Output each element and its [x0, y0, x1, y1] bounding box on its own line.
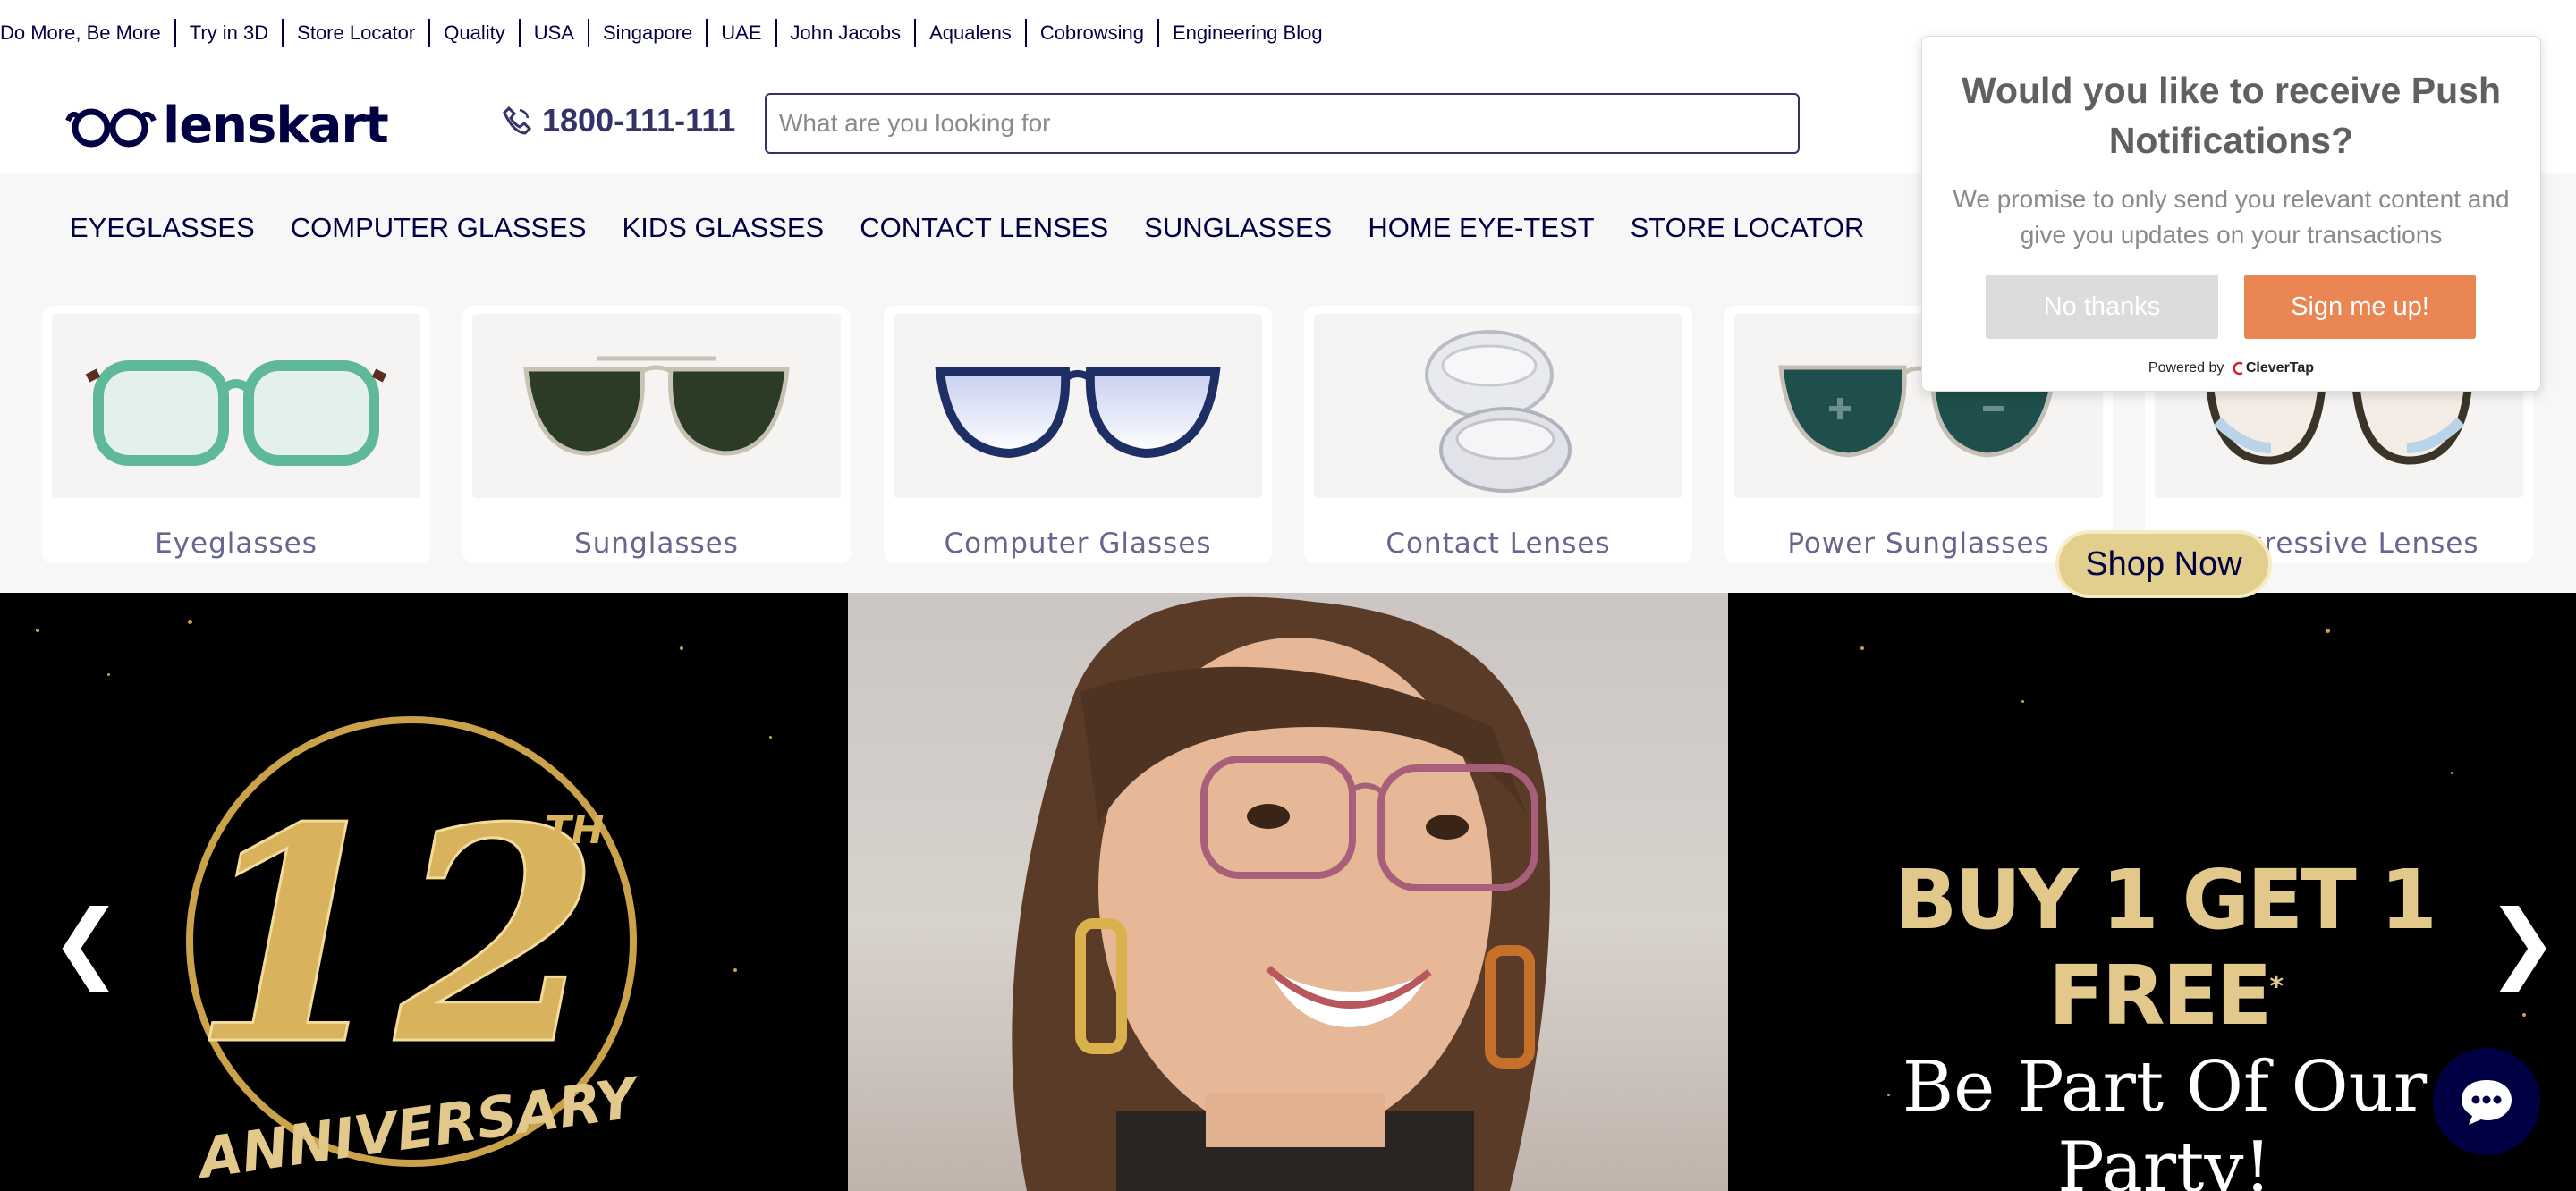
category-card-computer-glasses[interactable]: Computer Glasses [884, 306, 1272, 563]
category-image [1314, 314, 1682, 498]
top-link-cobrowsing[interactable]: Cobrowsing [1024, 19, 1157, 47]
category-image [52, 314, 420, 498]
nav-store-locator[interactable]: STORE LOCATOR [1631, 212, 1865, 244]
category-image [894, 314, 1262, 498]
top-link-engineering-blog[interactable]: Engineering Blog [1157, 19, 1336, 47]
top-link-usa[interactable]: USA [518, 19, 588, 47]
category-label: Computer Glasses [944, 528, 1212, 560]
top-link-aqualens[interactable]: Aqualens [914, 19, 1025, 47]
category-card-eyeglasses[interactable]: Eyeglasses [42, 306, 430, 563]
carousel-prev-icon[interactable]: ❮ [50, 899, 122, 984]
search-input[interactable] [765, 93, 1800, 154]
offer-tagline: Be Part Of Our Party! [1902, 1047, 2428, 1191]
nav-kids-glasses[interactable]: KIDS GLASSES [623, 212, 825, 244]
popup-body: We promise to only send you relevant con… [1953, 185, 2510, 249]
logo-text: lenskart [163, 97, 389, 155]
category-label: Eyeglasses [155, 528, 318, 560]
support-phone[interactable]: 1800-111-111 [501, 102, 735, 139]
lenskart-logo[interactable]: lenskart [64, 97, 389, 155]
top-links-bar: Do More, Be More Try in 3D Store Locator… [0, 18, 1336, 48]
clevertap-logo-icon [2233, 361, 2243, 375]
offer-text: BUY 1 GET 1 FREE [1894, 852, 2437, 1043]
offer-headline: BUY 1 GET 1 FREE* [1807, 852, 2522, 1043]
model-photo [848, 593, 1728, 1191]
nav-eyeglasses[interactable]: EYEGLASSES [70, 212, 255, 244]
top-link-quality[interactable]: Quality [428, 19, 518, 47]
blue-computer-glasses-icon [935, 367, 1221, 459]
hero-banner[interactable]: 12 TH ANNIVERSARY BUY 1 GET 1 FREE* Be P… [0, 593, 2576, 1191]
top-link-try-3d[interactable]: Try in 3D [174, 19, 282, 47]
model-illustration [1012, 596, 1550, 1191]
aviator-sunglasses-icon [523, 356, 790, 456]
phone-number: 1800-111-111 [542, 102, 736, 139]
anniversary-suffix: TH [545, 807, 605, 853]
offer-asterisk: * [2269, 971, 2284, 1003]
nav-sunglasses[interactable]: SUNGLASSES [1144, 212, 1332, 244]
top-link-john-jacobs[interactable]: John Jacobs [775, 19, 915, 47]
category-card-sunglasses[interactable]: Sunglasses [462, 306, 851, 563]
push-notification-popup: Would you like to receive Push Notificat… [1921, 36, 2541, 392]
offer-block: BUY 1 GET 1 FREE* Be Part Of Our Party! [1807, 852, 2522, 1191]
shop-now-button[interactable]: Shop Now [2055, 530, 2272, 598]
category-card-contact-lenses[interactable]: Contact Lenses [1304, 306, 1692, 563]
category-label: Power Sunglasses [1787, 528, 2050, 560]
powered-by: Powered by CleverTap [1922, 360, 2540, 376]
chat-button[interactable] [2433, 1048, 2540, 1155]
anniversary-emblem: 12 TH ANNIVERSARY [186, 716, 646, 1183]
contact-lens-icon [1425, 330, 1572, 493]
top-link-uae[interactable]: UAE [706, 19, 775, 47]
green-eyeglasses-icon [85, 360, 387, 466]
chat-bubble-icon [2462, 1080, 2512, 1125]
popup-title: Would you like to receive Push Notificat… [1961, 70, 2501, 161]
nav-computer-glasses[interactable]: COMPUTER GLASSES [291, 212, 587, 244]
powered-by-label: Powered by [2148, 360, 2224, 376]
lenskart-glasses-logo-icon [65, 108, 157, 147]
sign-me-up-button[interactable]: Sign me up! [2244, 275, 2476, 339]
category-label: Sunglasses [574, 528, 739, 560]
carousel-next-icon[interactable]: ❯ [2487, 899, 2558, 984]
top-link-do-more[interactable]: Do More, Be More [0, 19, 174, 47]
no-thanks-button[interactable]: No thanks [1986, 275, 2218, 339]
nav-contact-lenses[interactable]: CONTACT LENSES [860, 212, 1108, 244]
anniversary-number: 12 [190, 763, 600, 1110]
category-label: Contact Lenses [1385, 528, 1611, 560]
phone-icon [503, 106, 532, 135]
nav-home-eye-test[interactable]: HOME EYE-TEST [1368, 212, 1594, 244]
provider-name: CleverTap [2245, 360, 2315, 376]
category-image [472, 314, 841, 498]
top-link-store-locator[interactable]: Store Locator [282, 19, 428, 47]
top-link-singapore[interactable]: Singapore [587, 19, 706, 47]
